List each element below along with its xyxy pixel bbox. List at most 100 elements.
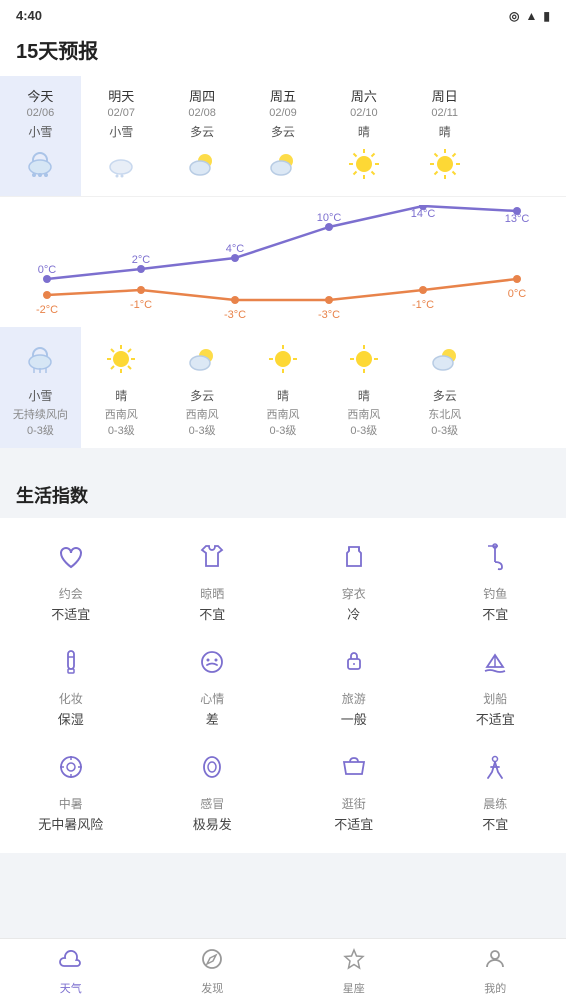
life-index-diaoyu[interactable]: 钓鱼 不宜 [425, 528, 566, 633]
day-date-4: 02/10 [350, 107, 378, 119]
life-index-value-9: 极易发 [193, 814, 232, 833]
forecast-top-row: 今天 02/06 小雪 [0, 76, 566, 197]
day-weather-2: 多云 [190, 123, 214, 140]
life-index-yuhui[interactable]: 约会 不适宜 [0, 528, 142, 633]
bottom-wind-level-0: 0-3级 [27, 422, 54, 438]
day-name-0: 今天 [27, 86, 53, 105]
clothes-icon [339, 542, 369, 579]
life-index-xinqing[interactable]: 心情 差 [142, 633, 284, 738]
weather-icon-5 [426, 140, 464, 188]
bottom-icon-5 [426, 335, 464, 383]
page-content: 4:40 ◎ ▲ ▮ 15天预报 今天 02/06 小雪 [0, 0, 566, 938]
life-index-name-8: 中暑 [59, 795, 83, 812]
nav-item-constellation[interactable]: 星座 [324, 947, 384, 996]
bottom-weather-5: 多云 [433, 387, 457, 404]
page-header: 15天预报 [0, 27, 566, 76]
day-name-3: 周五 [270, 86, 296, 105]
status-time: 4:40 [16, 8, 42, 23]
weather-icon-3 [264, 140, 302, 188]
life-index-value-6: 一般 [341, 709, 367, 728]
forecast-bottom-row: 小雪 无持续风向 0-3级 [0, 327, 566, 448]
nav-item-weather[interactable]: 天气 [41, 947, 101, 996]
bottom-icon-2 [183, 335, 221, 383]
nav-item-profile[interactable]: 我的 [465, 947, 525, 996]
day-date-0: 02/06 [27, 107, 55, 119]
life-index-zhongshu[interactable]: 中暑 无中暑风险 [0, 738, 142, 843]
life-index-name-10: 逛街 [342, 795, 366, 812]
svg-text:-1°C: -1°C [412, 299, 434, 311]
bottom-weather-3: 晴 [277, 387, 289, 404]
bottom-wind-5: 东北风 [428, 406, 461, 422]
travel-icon [339, 647, 369, 684]
day-bottom-3: 晴 西南风 0-3级 [243, 327, 324, 448]
day-bottom-0: 小雪 无持续风向 0-3级 [0, 327, 81, 448]
shopping-icon [339, 752, 369, 789]
weather-icon-4 [345, 140, 383, 188]
day-bottom-1: 晴 西南风 0-3级 [81, 327, 162, 448]
life-index-liangshai[interactable]: 晾晒 不宜 [142, 528, 284, 633]
life-index-grid: 约会 不适宜 晾晒 不宜 [0, 528, 566, 843]
day-col-today: 今天 02/06 小雪 [0, 76, 81, 196]
location-icon: ◎ [509, 9, 519, 23]
svg-text:0°C: 0°C [38, 264, 57, 276]
mood-icon [197, 647, 227, 684]
svg-text:-3°C: -3°C [224, 309, 246, 321]
tshirt-icon [197, 542, 227, 579]
svg-text:2°C: 2°C [132, 254, 151, 266]
nav-item-discover[interactable]: 发现 [182, 947, 242, 996]
cloud-nav-icon [59, 947, 83, 977]
day-col-4: 周六 02/10 晴 [323, 76, 404, 196]
life-index-huachuan[interactable]: 划船 不适宜 [425, 633, 566, 738]
day-col-5: 周日 02/11 晴 [404, 76, 485, 196]
day-weather-5: 晴 [439, 123, 451, 140]
day-bottom-2: 多云 西南风 0-3级 [162, 327, 243, 448]
svg-text:4°C: 4°C [226, 243, 245, 255]
day-weather-0: 小雪 [28, 123, 52, 140]
life-index-value-8: 无中暑风险 [38, 814, 103, 833]
bottom-icon-0 [21, 335, 59, 383]
day-date-2: 02/08 [188, 107, 216, 119]
life-index-name-0: 约会 [59, 585, 83, 602]
weather-icon-2 [183, 140, 221, 188]
life-index-name-2: 穿衣 [342, 585, 366, 602]
bottom-wind-level-4: 0-3级 [350, 422, 377, 438]
life-index-ganmao[interactable]: 感冒 极易发 [142, 738, 284, 843]
day-name-4: 周六 [351, 86, 377, 105]
day-col-2: 周四 02/08 多云 [162, 76, 243, 196]
day-weather-4: 晴 [358, 123, 370, 140]
day-date-3: 02/09 [269, 107, 297, 119]
life-index-huazhuang[interactable]: 化妆 保湿 [0, 633, 142, 738]
page-title: 15天预报 [16, 41, 98, 63]
day-name-1: 明天 [108, 86, 134, 105]
life-index-chuanyi[interactable]: 穿衣 冷 [283, 528, 425, 633]
life-index-title: 生活指数 [0, 468, 566, 518]
svg-text:0°C: 0°C [508, 288, 527, 300]
svg-text:14°C: 14°C [411, 208, 436, 220]
bottom-icon-3 [264, 335, 302, 383]
life-index-name-3: 钓鱼 [483, 585, 507, 602]
weather-icon-0 [21, 140, 59, 188]
svg-text:10°C: 10°C [317, 212, 342, 224]
day-bottom-4: 晴 西南风 0-3级 [323, 327, 404, 448]
life-index-value-1: 不宜 [199, 604, 225, 623]
life-index-lvyou[interactable]: 旅游 一般 [283, 633, 425, 738]
day-bottom-5: 多云 东北风 0-3级 [404, 327, 485, 448]
bottom-wind-2: 西南风 [186, 406, 219, 422]
life-index-guanjie[interactable]: 逛街 不适宜 [283, 738, 425, 843]
day-date-5: 02/11 [431, 107, 458, 119]
day-name-5: 周日 [432, 86, 458, 105]
day-weather-3: 多云 [271, 123, 295, 140]
day-col-1: 明天 02/07 小雪 [81, 76, 162, 196]
bottom-wind-level-5: 0-3级 [431, 422, 458, 438]
life-index-value-7: 不适宜 [476, 709, 515, 728]
life-index-card: 约会 不适宜 晾晒 不宜 [0, 518, 566, 853]
nav-label-weather: 天气 [60, 980, 82, 996]
bottom-icon-4 [345, 335, 383, 383]
status-icons: ◎ ▲ ▮ [509, 9, 550, 23]
bottom-wind-level-2: 0-3级 [189, 422, 216, 438]
life-index-chenlian[interactable]: 晨练 不宜 [425, 738, 566, 843]
fishing-icon [480, 542, 510, 579]
day-date-1: 02/07 [108, 107, 136, 119]
day-name-2: 周四 [189, 86, 215, 105]
life-index-name-5: 心情 [200, 690, 224, 707]
